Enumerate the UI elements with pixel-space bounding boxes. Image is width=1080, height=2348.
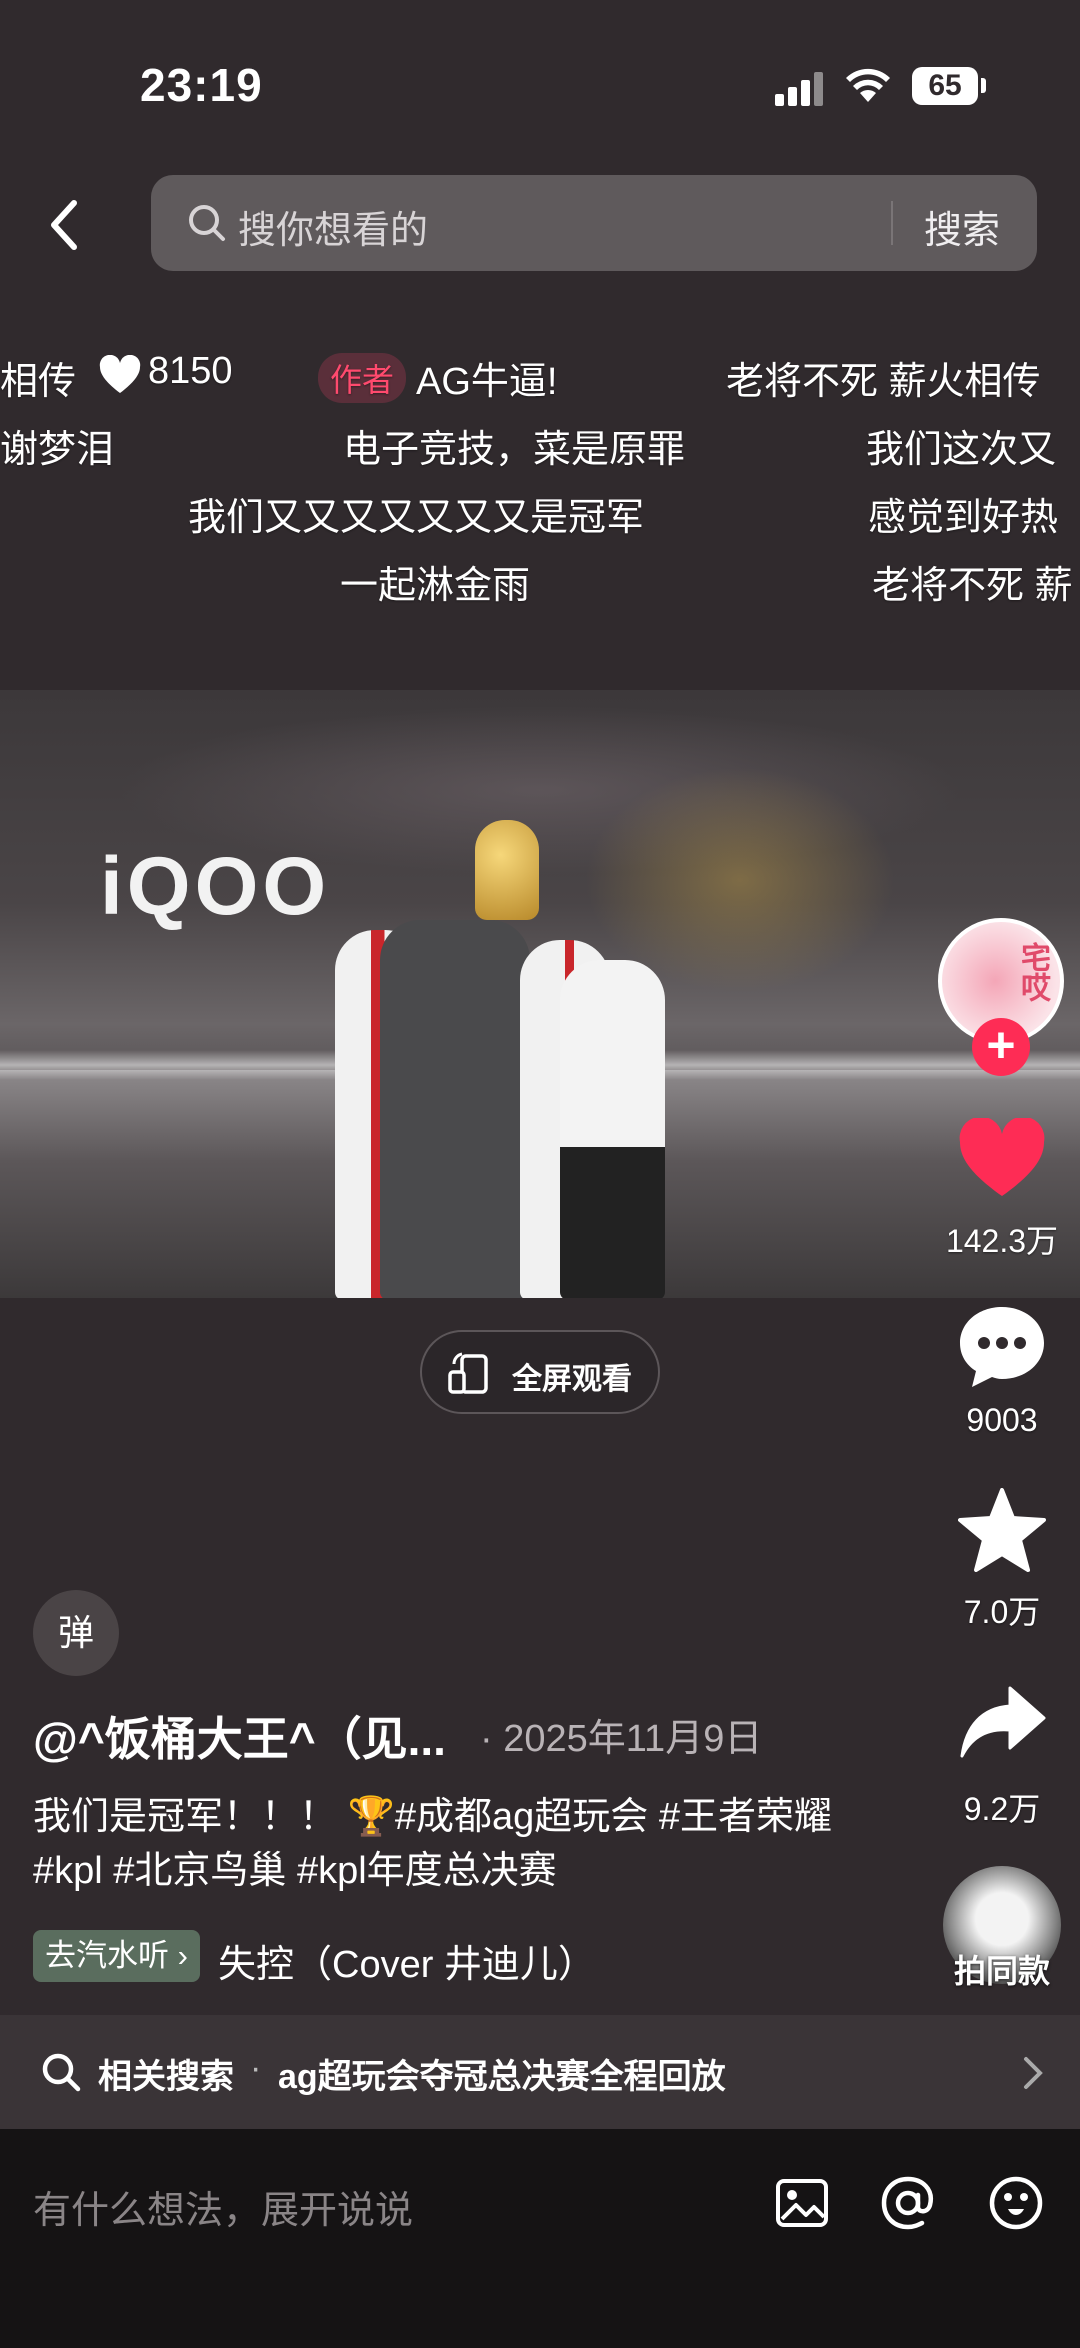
- comment-count: 9003: [966, 1402, 1038, 1438]
- like-count: 142.3万: [945, 1223, 1059, 1259]
- search-divider: [891, 201, 893, 245]
- danmaku-comment: 谢梦泪: [0, 429, 115, 471]
- post-date: · 2025年11月9日: [480, 1718, 763, 1760]
- danmaku-comment: 我们这次又: [866, 429, 1057, 471]
- fullscreen-button[interactable]: 全屏观看: [420, 1330, 660, 1414]
- related-search-bar[interactable]: 相关搜索 · ag超玩会夺冠总决赛全程回放: [0, 2015, 1080, 2129]
- music-app-link[interactable]: 去汽水听 ›: [33, 1930, 200, 1982]
- back-arrow-icon[interactable]: [40, 195, 90, 255]
- same-style-button[interactable]: 拍同款: [920, 1946, 1080, 1992]
- avatar-text: 宅哎: [1016, 942, 1049, 1002]
- danmaku-comment: 相传: [0, 361, 77, 403]
- emoji-icon[interactable]: [988, 2175, 1044, 2231]
- danmaku-comment: 一起淋金雨: [340, 565, 531, 607]
- danmaku-toggle-button[interactable]: 弹: [33, 1590, 119, 1676]
- author-name[interactable]: @^饭桶大王^（见...: [33, 1703, 446, 1769]
- danmaku-text: AG牛逼!: [416, 361, 558, 403]
- danmaku-like-count: 8150: [148, 350, 233, 392]
- comment-input[interactable]: 有什么想法，展开说说: [33, 2179, 413, 2234]
- share-count: 9.2万: [963, 1791, 1041, 1827]
- related-search-query: ag超玩会夺冠总决赛全程回放: [278, 2058, 726, 2096]
- mention-at-icon[interactable]: [880, 2175, 936, 2231]
- video-player[interactable]: iQOO: [0, 690, 1080, 1298]
- danmaku-comment: 老将不死 薪火相传: [726, 361, 1041, 403]
- favorite-star-icon[interactable]: [958, 1488, 1046, 1572]
- danmaku-comment: 感觉到好热: [868, 497, 1059, 539]
- danmaku-comment: 电子竞技，菜是原罪: [343, 429, 686, 471]
- search-icon: [189, 205, 225, 241]
- post-caption[interactable]: 我们是冠军！！！ 🏆#成都ag超玩会 #王者荣耀 #kpl #北京鸟巢 #kpl…: [33, 1790, 863, 1898]
- search-input[interactable]: 搜你想看的 搜索: [151, 175, 1037, 271]
- sponsor-banner: iQOO: [100, 841, 331, 932]
- search-placeholder: 搜你想看的: [238, 210, 429, 252]
- battery-indicator: 65: [912, 67, 978, 105]
- cellular-signal-icon: [775, 72, 825, 106]
- danmaku-comment: 老将不死 薪: [872, 565, 1073, 607]
- battery-tip: [981, 78, 986, 93]
- wifi-icon: [846, 68, 890, 102]
- rotate-screen-icon: [448, 1352, 488, 1394]
- fullscreen-label: 全屏观看: [512, 1363, 632, 1396]
- like-heart-icon[interactable]: [958, 1118, 1046, 1198]
- trophy: [475, 820, 539, 920]
- author-tag: 作者: [318, 353, 407, 403]
- related-search-separator: ·: [250, 2049, 262, 2087]
- follow-button[interactable]: +: [972, 1018, 1030, 1076]
- image-picker-icon[interactable]: [774, 2175, 830, 2231]
- related-search-label: 相关搜索: [98, 2058, 234, 2096]
- search-button[interactable]: 搜索: [924, 199, 1000, 254]
- danmaku-comment: 我们又又又又又又又是冠军: [188, 497, 645, 539]
- heart-icon: [99, 355, 141, 393]
- player-figure: [380, 920, 530, 1298]
- player-figure: [560, 960, 665, 1298]
- comment-icon[interactable]: [958, 1303, 1046, 1391]
- music-title[interactable]: 失控（Cover 井迪儿）: [218, 1933, 596, 1988]
- favorite-count: 7.0万: [963, 1594, 1041, 1630]
- search-icon: [42, 2053, 81, 2092]
- share-arrow-icon[interactable]: [960, 1686, 1046, 1758]
- status-time: 23:19: [140, 59, 263, 111]
- chevron-right-icon: [1024, 2057, 1043, 2089]
- comment-bar: 有什么想法，展开说说: [0, 2129, 1080, 2348]
- danmaku-author-comment: 作者 AG牛逼!: [318, 350, 557, 405]
